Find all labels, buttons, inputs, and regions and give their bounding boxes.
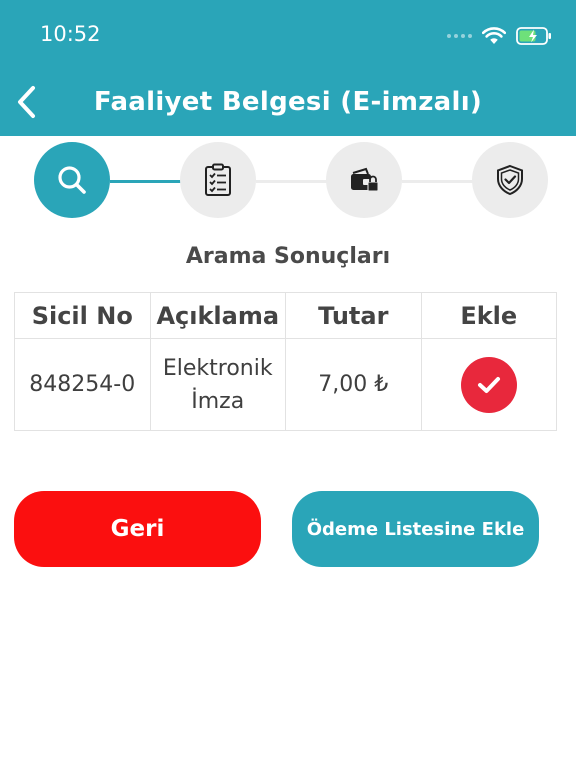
page-title: Faaliyet Belgesi (E-imzalı) [93, 87, 483, 117]
step-connector [256, 180, 332, 183]
step-search[interactable] [34, 142, 110, 218]
column-header-sicil-no: Sicil No [14, 292, 151, 339]
status-time: 10:52 [40, 22, 101, 46]
step-confirm[interactable] [472, 142, 548, 218]
checkmark-icon [477, 376, 500, 393]
step-checklist[interactable] [180, 142, 256, 218]
cell-tutar: 7,00 ₺ [285, 338, 422, 431]
results-table: Sicil No Açıklama Tutar Ekle 848254-0 El… [14, 292, 557, 431]
add-to-payment-list-button[interactable]: Ödeme Listesine Ekle [292, 491, 539, 567]
status-icons [447, 24, 552, 48]
table-header-row: Sicil No Açıklama Tutar Ekle [14, 292, 557, 339]
clipboard-checklist-icon [205, 163, 231, 196]
aciklama-line: Elektronik [162, 355, 273, 381]
column-header-ekle: Ekle [420, 292, 557, 339]
column-header-tutar: Tutar [285, 292, 422, 339]
table-row: 848254-0 Elektronik İmza 7,00 ₺ [14, 338, 557, 431]
step-payment[interactable] [326, 142, 402, 218]
progress-stepper [0, 140, 576, 224]
app-header: 10:52 Faaliyet Belgesi (E-imzalı) [0, 0, 576, 136]
step-connector [110, 180, 186, 183]
column-header-aciklama: Açıklama [149, 292, 286, 339]
wifi-icon [482, 27, 506, 45]
signal-icon [447, 34, 472, 38]
cell-sicil-no: 848254-0 [14, 338, 151, 431]
step-connector [402, 180, 478, 183]
cell-ekle [420, 338, 557, 431]
shield-check-icon [497, 164, 523, 196]
search-icon [58, 166, 86, 194]
add-checkbox[interactable] [460, 356, 517, 413]
aciklama-line: İmza [191, 388, 245, 414]
wallet-card-icon [351, 167, 379, 192]
cell-aciklama: Elektronik İmza [149, 338, 286, 431]
results-title: Arama Sonuçları [185, 244, 391, 269]
back-button[interactable]: Geri [14, 491, 261, 567]
battery-charging-icon [516, 26, 552, 46]
